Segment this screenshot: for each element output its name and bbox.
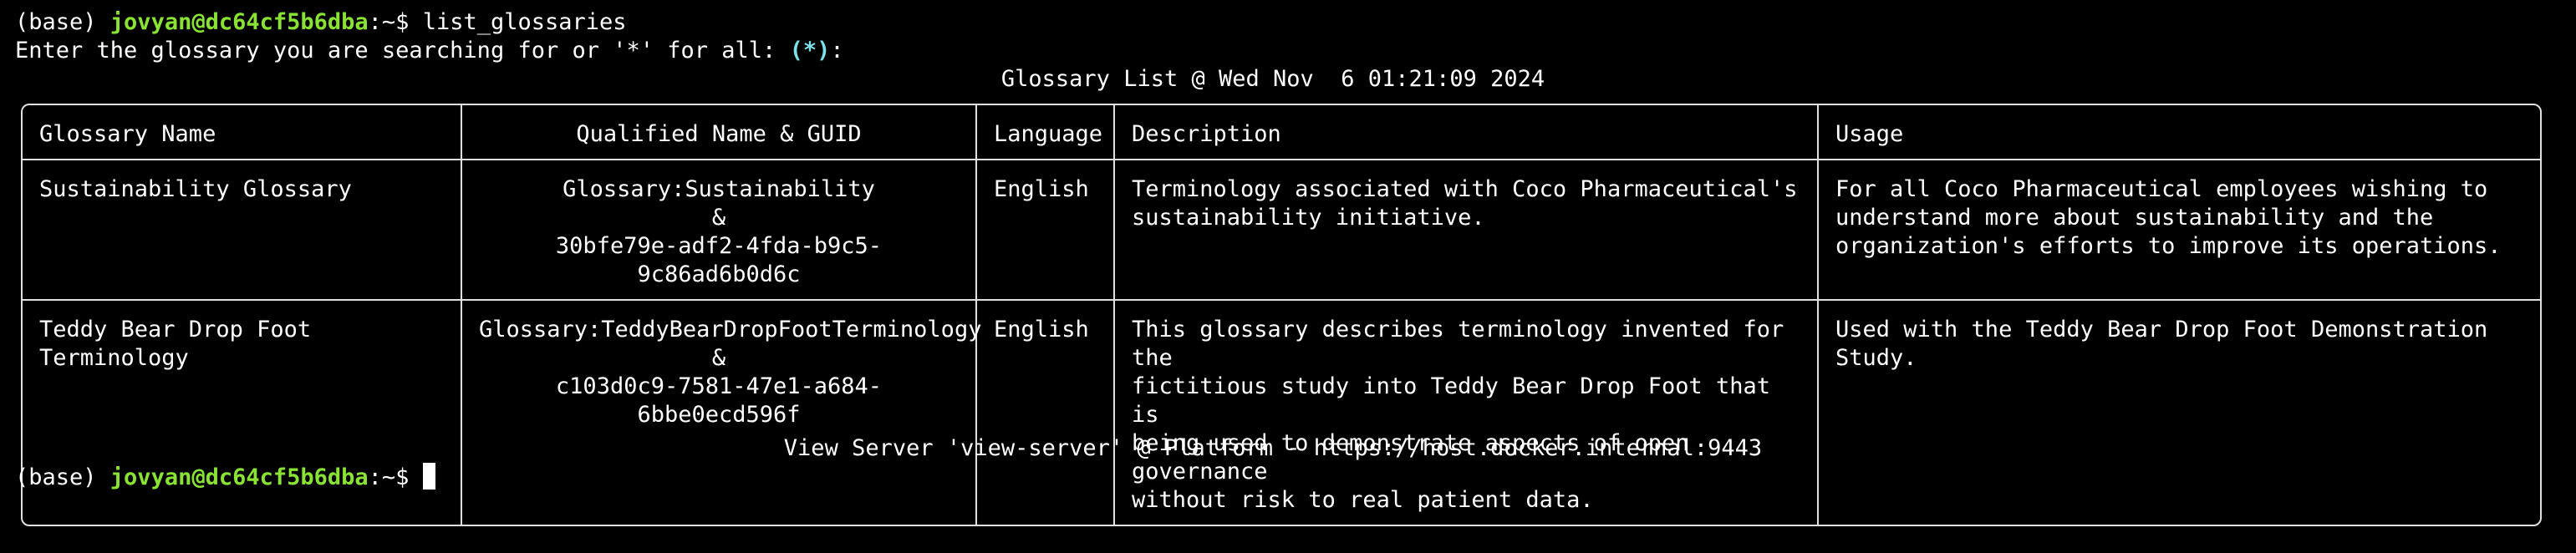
- input-suffix: :: [830, 38, 844, 63]
- command-text: list_glossaries: [422, 9, 627, 35]
- cell-description: This glossary describes terminology inve…: [1115, 301, 1819, 525]
- cell-glossary-name: Sustainability Glossary: [23, 160, 462, 301]
- server-footer: View Server 'view-server' @ Platform - h…: [783, 435, 1763, 461]
- table-row: Sustainability Glossary Glossary:Sustain…: [23, 160, 2540, 301]
- cell-qualified-name: Glossary:TeddyBearDropFootTerminology & …: [462, 301, 981, 525]
- prompt-path: :~$: [368, 464, 423, 490]
- cell-qualified-name: Glossary:Sustainability & 30bfe79e-adf2-…: [462, 160, 977, 301]
- cell-language: English: [977, 301, 1115, 525]
- cell-usage: For all Coco Pharmaceutical employees wi…: [1819, 160, 2540, 301]
- command-line: (base) jovyan@dc64cf5b6dba:~$ list_gloss…: [15, 8, 627, 37]
- cell-usage: Used with the Teddy Bear Drop Foot Demon…: [1835, 317, 2488, 371]
- cell-description: Terminology associated with Coco Pharmac…: [1115, 160, 1819, 301]
- table-title: Glossary List @ Wed Nov 6 01:21:09 2024: [1000, 66, 1545, 92]
- prompt-env: (base): [15, 464, 110, 490]
- prompt-env: (base): [15, 9, 110, 35]
- header-glossary-name: Glossary Name: [23, 105, 462, 160]
- text-cursor: [422, 463, 435, 490]
- prompt-user-host: jovyan@dc64cf5b6dba: [109, 464, 369, 490]
- header-usage: Usage: [1819, 105, 2540, 160]
- cell-language: English: [977, 160, 1115, 301]
- header-language: Language: [977, 105, 1115, 160]
- prompt-user-host: jovyan@dc64cf5b6dba: [109, 9, 369, 35]
- table-header-row: Glossary Name Qualified Name & GUID Lang…: [23, 105, 2540, 160]
- prompt-line[interactable]: (base) jovyan@dc64cf5b6dba:~$: [15, 463, 435, 492]
- input-default: (*): [789, 38, 831, 63]
- input-prompt-line: Enter the glossary you are searching for…: [15, 37, 844, 65]
- header-description: Description: [1115, 105, 1819, 160]
- header-qualified-name: Qualified Name & GUID: [462, 105, 977, 160]
- prompt-path: :~$: [368, 9, 423, 35]
- input-prompt: Enter the glossary you are searching for…: [15, 38, 790, 63]
